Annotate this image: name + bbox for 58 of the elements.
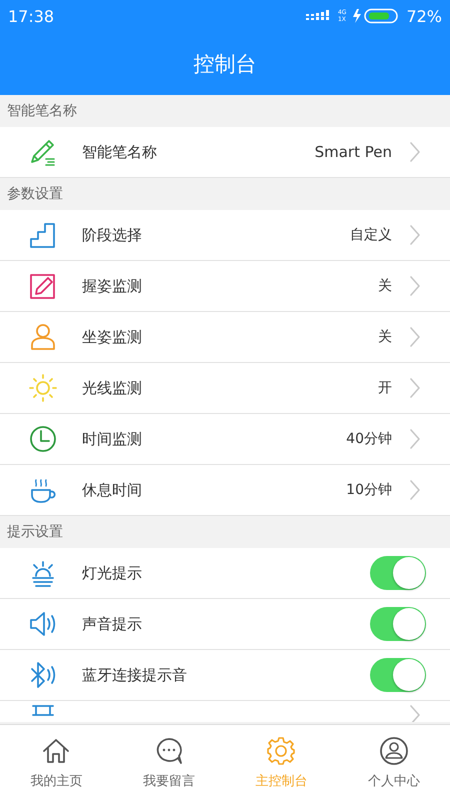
tab-item[interactable]: 我要留言 — [112, 725, 225, 800]
settings-row[interactable]: 光线监测 开 — [0, 363, 450, 414]
person-icon — [28, 322, 58, 352]
battery-icon — [352, 8, 400, 24]
row-label: 时间监测 — [82, 430, 143, 448]
bluetooth-icon — [28, 660, 58, 690]
chevron-icon — [408, 704, 422, 722]
settings-row[interactable]: 休息时间 10分钟 — [0, 465, 450, 516]
chevron-icon — [408, 224, 422, 246]
row-label: 握姿监测 — [82, 276, 143, 296]
settings-row[interactable]: 灯光提示 — [0, 548, 450, 599]
chevron-icon — [408, 326, 422, 348]
speaker-icon — [28, 609, 58, 639]
row-value: 40分钟 — [346, 430, 392, 448]
toggle-switch[interactable] — [370, 607, 426, 641]
row-label: 灯光提示 — [82, 564, 143, 582]
row-value: 自定义 — [350, 226, 392, 244]
stairs-icon — [28, 220, 58, 250]
row-value: 关 — [378, 328, 392, 346]
tab-item[interactable]: 个人中心 — [338, 725, 450, 800]
settings-row[interactable]: 蓝牙连接提示音 — [0, 650, 450, 701]
chevron-icon — [408, 377, 422, 399]
tab-item[interactable]: 我的主页 — [0, 725, 112, 800]
settings-row[interactable]: 智能笔名称 Smart Pen — [0, 127, 450, 178]
settings-row[interactable]: 时间监测 40分钟 — [0, 414, 450, 465]
edit-icon — [28, 271, 58, 301]
page-title: 控制台 — [194, 50, 256, 78]
clock-icon — [28, 424, 58, 454]
sun-icon — [28, 373, 58, 403]
chevron-icon — [408, 275, 422, 297]
settings-row[interactable]: 声音提示 — [0, 599, 450, 650]
status-time: 17:38 — [8, 6, 54, 26]
settings-row[interactable]: 阶段选择 自定义 — [0, 210, 450, 261]
row-label: 休息时间 — [82, 480, 143, 500]
row-value: 10分钟 — [346, 481, 392, 499]
row-label: 智能笔名称 — [82, 142, 158, 162]
row-label: 坐姿监测 — [82, 328, 143, 346]
settings-row[interactable]: 握姿监测 关 — [0, 261, 450, 312]
toggle-switch[interactable] — [370, 556, 426, 590]
row-label: 声音提示 — [82, 614, 143, 634]
toggle-switch[interactable] — [370, 658, 426, 692]
settings-row[interactable]: 坐姿监测 关 — [0, 312, 450, 363]
section-header: 提示设置 — [6, 523, 64, 542]
row-value: Smart Pen — [314, 143, 392, 161]
section-header: 智能笔名称 — [6, 102, 78, 121]
row-label: 蓝牙连接提示音 — [82, 666, 188, 684]
battery-percent: 72% — [406, 6, 442, 26]
row-value: 关 — [378, 277, 392, 295]
chevron-icon — [408, 479, 422, 501]
chevron-icon — [408, 428, 422, 450]
row-label: 阶段选择 — [82, 226, 143, 244]
section-header: 参数设置 — [6, 185, 64, 204]
profile-icon — [378, 736, 409, 766]
row-label: 光线监测 — [82, 378, 143, 398]
chevron-icon — [408, 141, 422, 163]
settings-icon — [266, 736, 296, 766]
row-value: 开 — [378, 379, 392, 397]
signal-icon — [306, 10, 332, 22]
